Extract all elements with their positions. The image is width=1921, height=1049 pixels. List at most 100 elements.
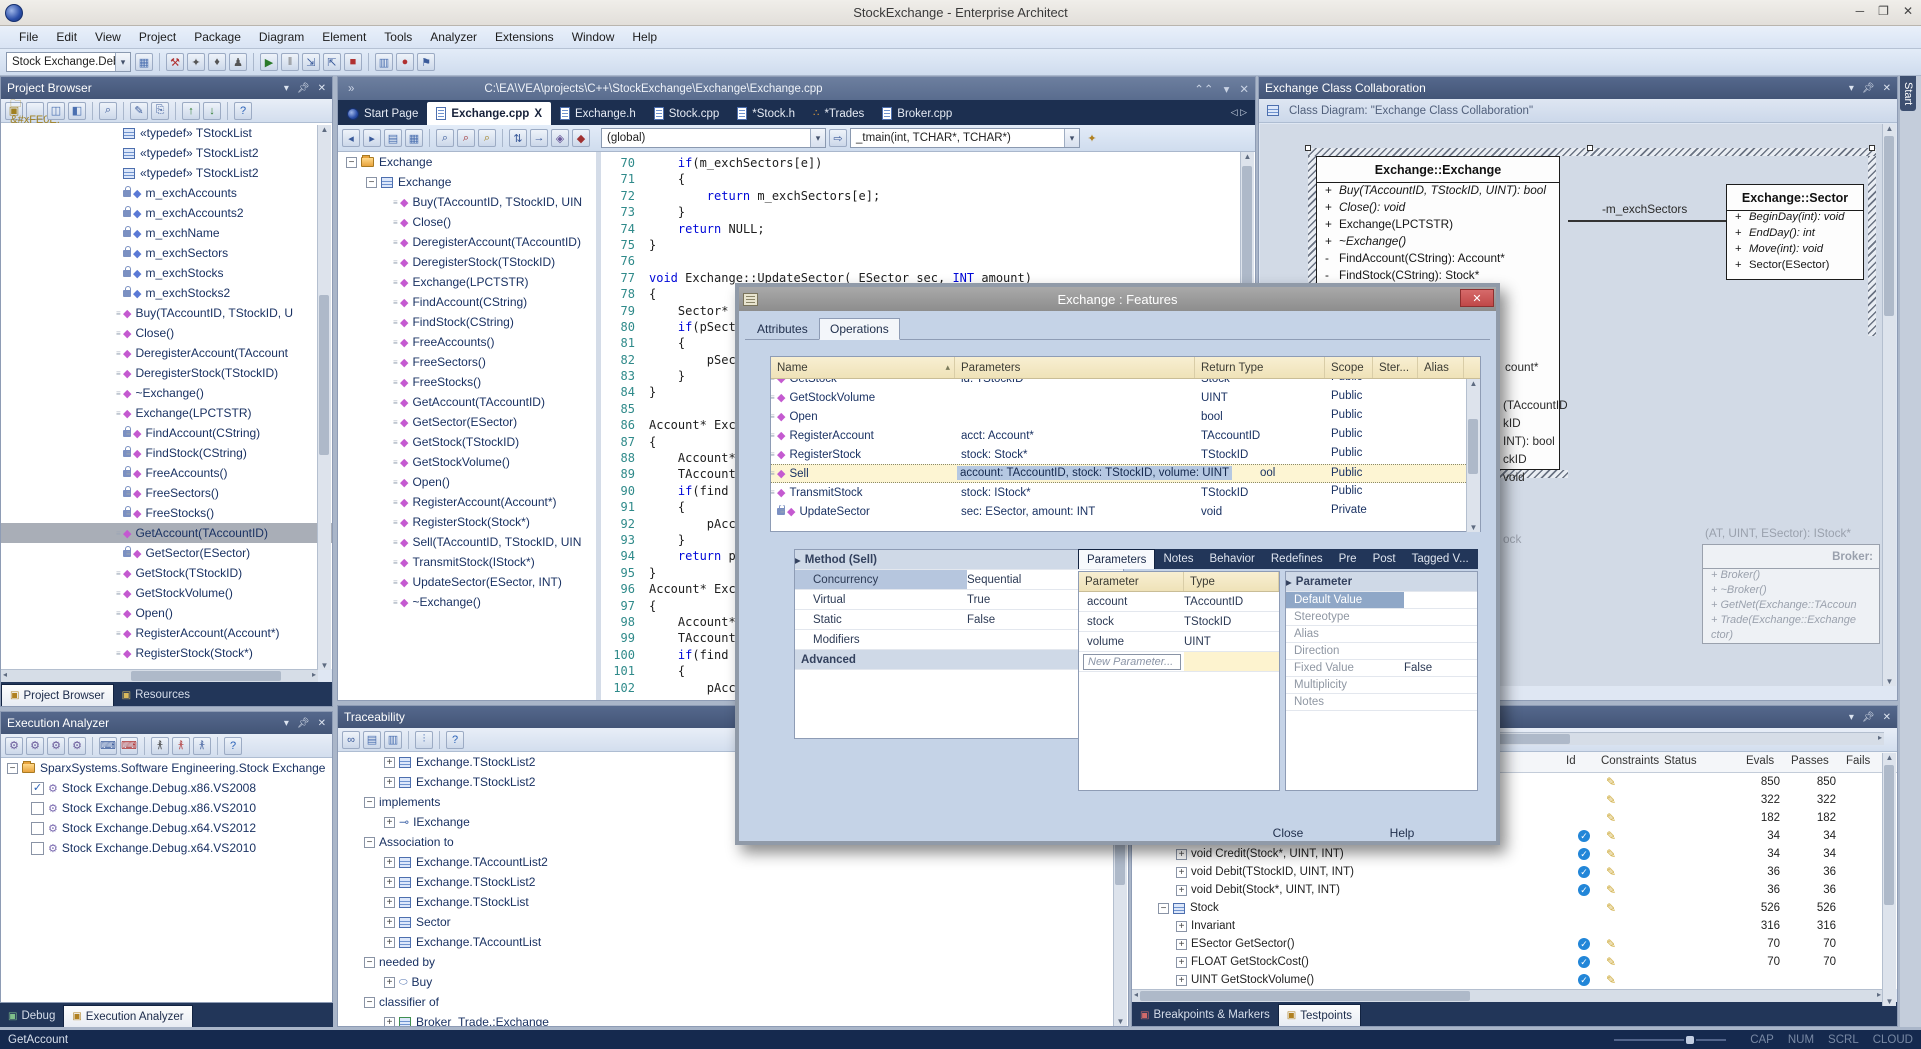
tree-item[interactable]: ◆DeregisterAccount(TAccount	[1, 343, 332, 363]
param-prop-notes[interactable]: Notes	[1286, 694, 1477, 711]
dialog-title-bar[interactable]: Exchange : Features ✕	[739, 287, 1496, 311]
editor-tree-folder[interactable]: −Exchange	[338, 152, 596, 172]
parameter-row-stock[interactable]: stockTStockID	[1079, 612, 1279, 632]
expand-icon[interactable]: +	[384, 817, 395, 828]
cancel-build-icon[interactable]: ⌨	[120, 737, 138, 755]
operation-row-getstockvolume[interactable]: ◆GetStockVolumeUINTPublic	[771, 388, 1480, 407]
tree-item[interactable]: ◆m_exchSectors	[1, 243, 332, 263]
tab-attributes[interactable]: Attributes	[747, 318, 818, 340]
close-panel-icon[interactable]: ✕	[1883, 83, 1891, 94]
menu-item-diagram[interactable]: Diagram	[250, 27, 313, 47]
checkbox-icon[interactable]	[31, 842, 44, 855]
tree-item[interactable]: ◆DeregisterStock(TStockID)	[1, 363, 332, 383]
build-script-icon[interactable]: ⌨	[99, 737, 117, 755]
analyzer-config[interactable]: ⚙Stock Exchange.Debug.x86.VS2010	[1, 798, 332, 818]
parameter-row-account[interactable]: accountTAccountID	[1079, 592, 1279, 612]
checkbox-icon[interactable]: ✓	[31, 782, 44, 795]
class-box-broker[interactable]: Broker:+ Broker()+ ~Broker()+ GetNet(Exc…	[1702, 544, 1880, 644]
close-editor-icon[interactable]: ✕	[1239, 82, 1249, 96]
close-button[interactable]: ✕	[1903, 4, 1913, 18]
nav-back-icon[interactable]: ◂	[342, 129, 360, 147]
editor-tree-method[interactable]: ◆Exchange(LPCTSTR)	[338, 272, 596, 292]
editor-tree-method[interactable]: ◆FindStock(CString)	[338, 312, 596, 332]
help-icon[interactable]: ?	[234, 102, 252, 120]
menu-item-element[interactable]: Element	[313, 27, 375, 47]
editor-tree-method[interactable]: ◆GetAccount(TAccountID)	[338, 392, 596, 412]
close-dialog-button[interactable]: Close	[1259, 823, 1317, 843]
find-icon[interactable]: ⌕	[436, 129, 454, 147]
close-panel-icon[interactable]: ✕	[318, 718, 326, 729]
start-tab[interactable]: Start	[1900, 76, 1916, 111]
param-tab-behavior[interactable]: Behavior	[1201, 549, 1262, 569]
scope-combo[interactable]: (global)▾	[601, 128, 826, 148]
tree-item[interactable]: ◆m_exchAccounts	[1, 183, 332, 203]
tree-item[interactable]: ◆m_exchStocks	[1, 263, 332, 283]
tree-item[interactable]: ◆GetStockVolume()	[1, 583, 332, 603]
profiler-icon[interactable]: ▥	[375, 53, 393, 71]
menu-item-package[interactable]: Package	[185, 27, 250, 47]
column-header-ster[interactable]: Ster...	[1373, 357, 1418, 378]
editor-tree-method[interactable]: ◆Close()	[338, 212, 596, 232]
editor-tree-method[interactable]: ◆FreeStocks()	[338, 372, 596, 392]
expand-icon[interactable]: −	[346, 157, 357, 168]
new-parameter-input[interactable]: New Parameter...	[1083, 654, 1181, 670]
help-icon[interactable]: ?	[446, 731, 464, 749]
testpoints-column-fails[interactable]: Fails	[1846, 755, 1870, 767]
traceability-item[interactable]: +Exchange.TStockList	[338, 892, 1128, 912]
expand-icon[interactable]: +	[384, 857, 395, 868]
traceability-item[interactable]: +Sector	[338, 912, 1128, 932]
expand-icon[interactable]: +	[1176, 939, 1187, 950]
collapse-icon[interactable]: ⌃⌃	[1194, 82, 1213, 96]
testpoint-row[interactable]: +Invariant316316	[1132, 917, 1897, 935]
traceability-item[interactable]: +Broker_Trade.:Exchange	[338, 1012, 1128, 1026]
menu-item-analyzer[interactable]: Analyzer	[421, 27, 486, 47]
traceability-item[interactable]: −needed by	[338, 952, 1128, 972]
tab-resources[interactable]: ▣Resources	[114, 684, 198, 706]
test-run-icon[interactable]: 𐀪	[193, 737, 211, 755]
param-prop-stereotype[interactable]: Stereotype	[1286, 609, 1477, 626]
expand-icon[interactable]: +	[384, 777, 395, 788]
run-icon[interactable]: ♦	[208, 53, 226, 71]
testpoints-column-evals[interactable]: Evals	[1746, 755, 1774, 767]
tree-item[interactable]: ◆Buy(TAccountID, TStockID, U	[1, 303, 332, 323]
traceability-item[interactable]: +⬭Buy	[338, 972, 1128, 992]
selection-handle[interactable]	[1305, 145, 1311, 151]
menu-item-view[interactable]: View	[86, 27, 130, 47]
chevrons-icon[interactable]: »	[348, 83, 354, 95]
checkbox-icon[interactable]	[31, 822, 44, 835]
expand-icon[interactable]: −	[1158, 903, 1169, 914]
new-parameter-type-cell[interactable]	[1184, 652, 1279, 671]
diagram-vscrollbar[interactable]: ▲▼	[1882, 124, 1896, 686]
property-row-static[interactable]: StaticFalse	[795, 610, 1123, 630]
class-box-sector[interactable]: Exchange::Sector+BeginDay(int): void+End…	[1726, 184, 1864, 280]
editor-tree-method[interactable]: ◆GetSector(ESector)	[338, 412, 596, 432]
editor-tree-method[interactable]: ◆RegisterAccount(Account*)	[338, 492, 596, 512]
tree-item[interactable]: ◆RegisterStock(Stock*)	[1, 643, 332, 663]
column-header-alias[interactable]: Alias	[1418, 357, 1464, 378]
operation-row-registeraccount[interactable]: ◆RegisterAccountacct: Account*TAccountID…	[771, 426, 1480, 445]
testpoint-row[interactable]: +ESector GetSector()✓✎7070	[1132, 935, 1897, 953]
testpoint-row[interactable]: −Stock✎526526	[1132, 899, 1897, 917]
pin-icon[interactable]: 📌︎	[1862, 712, 1875, 723]
pin-icon[interactable]: 📌︎	[297, 718, 310, 729]
edit-script-icon[interactable]: ⚙	[47, 737, 65, 755]
editor-tree-method[interactable]: ◆Open()	[338, 472, 596, 492]
param-prop-fixed-value[interactable]: Fixed ValueFalse	[1286, 660, 1477, 677]
doc-tab--Trades[interactable]: ∴*Trades	[804, 102, 873, 125]
add-script-icon[interactable]: ⚙	[26, 737, 44, 755]
param-tab-taggedv[interactable]: Tagged V...	[1404, 549, 1477, 569]
tree-item[interactable]: ◆m_exchAccounts2	[1, 203, 332, 223]
expand-icon[interactable]: +	[1176, 867, 1187, 878]
menu-item-extensions[interactable]: Extensions	[486, 27, 563, 47]
copy-icon[interactable]: ⎘	[151, 102, 169, 120]
new-parameter-row[interactable]: New Parameter...	[1079, 652, 1279, 672]
expand-icon[interactable]: +	[384, 757, 395, 768]
compile-icon[interactable]: ✦	[187, 53, 205, 71]
traceability-item[interactable]: +Exchange.TStockList2	[338, 872, 1128, 892]
doc-tab-Broker-cpp[interactable]: Broker.cpp	[873, 102, 961, 125]
analyzer-root[interactable]: −SparxSystems.Software Engineering.Stock…	[1, 758, 332, 778]
operations-vscrollbar[interactable]: ▲▼	[1466, 379, 1480, 532]
param-column-type[interactable]: Type	[1184, 572, 1279, 591]
menu-item-edit[interactable]: Edit	[47, 27, 86, 47]
sync-icon[interactable]: ⇅	[509, 129, 527, 147]
